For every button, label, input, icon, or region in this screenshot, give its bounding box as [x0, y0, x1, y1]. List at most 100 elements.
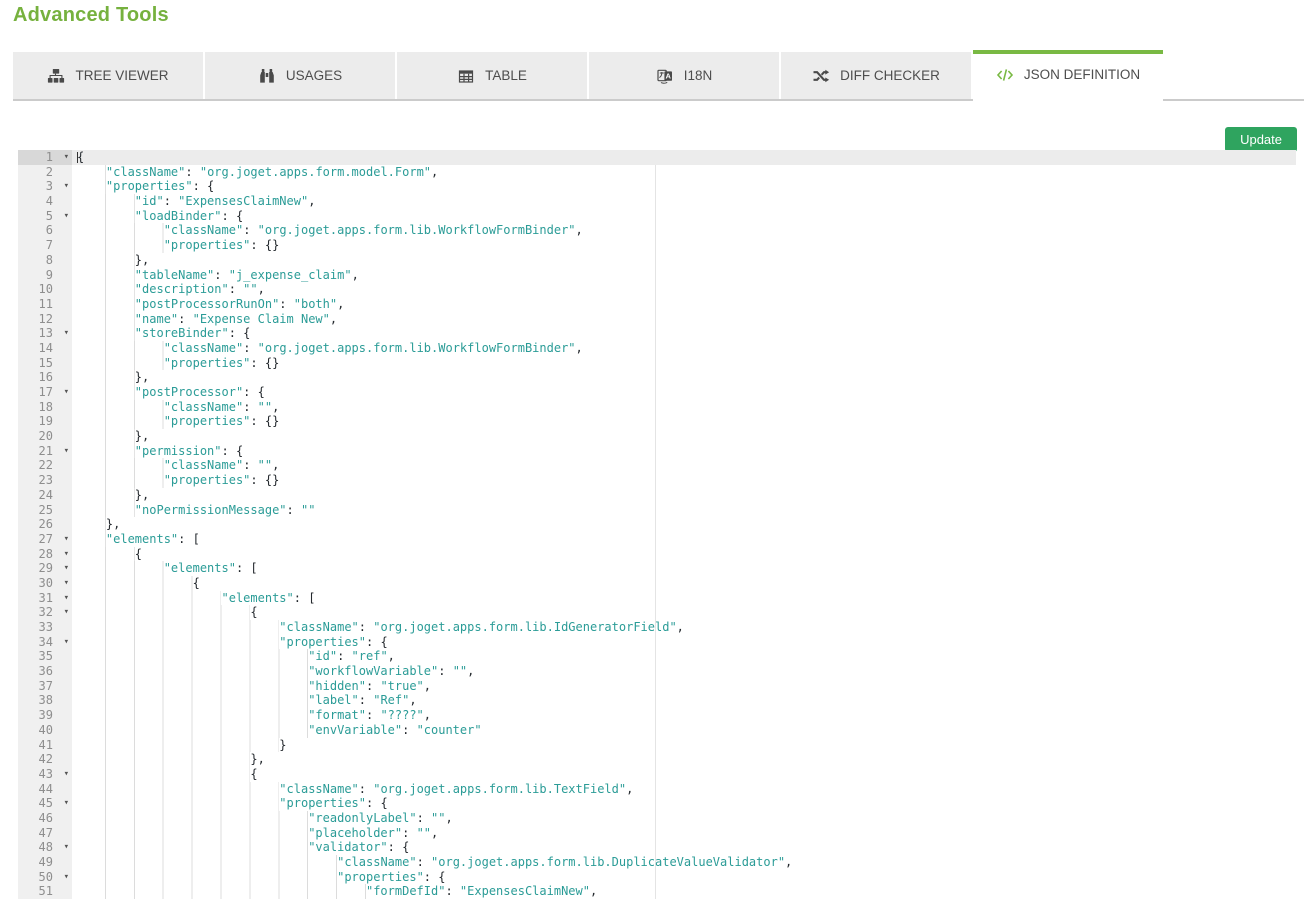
gutter-line-27: 27▾ [18, 532, 72, 547]
code-line-48: "validator": { [72, 840, 1296, 855]
code-line-43: { [72, 767, 1296, 782]
gutter-line-37: 37 [18, 679, 72, 694]
sitemap-icon [47, 68, 65, 84]
fold-arrow-icon[interactable]: ▾ [64, 532, 69, 547]
fold-arrow-icon[interactable]: ▾ [64, 767, 69, 782]
code-line-14: "className": "org.joget.apps.form.lib.Wo… [72, 341, 1296, 356]
fold-arrow-icon[interactable]: ▾ [64, 179, 69, 194]
code-line-31: "elements": [ [72, 591, 1296, 606]
code-line-17: "postProcessor": { [72, 385, 1296, 400]
gutter-line-13: 13▾ [18, 326, 72, 341]
gutter-line-15: 15 [18, 356, 72, 371]
line-number: 12 [18, 312, 72, 327]
language-icon: A [656, 68, 674, 84]
code-line-13: "storeBinder": { [72, 326, 1296, 341]
line-number: 42 [18, 752, 72, 767]
code-line-44: "className": "org.joget.apps.form.lib.Te… [72, 782, 1296, 797]
gutter-line-39: 39 [18, 708, 72, 723]
tab-tree-viewer[interactable]: TREE VIEWER [13, 52, 203, 99]
line-number: 47 [18, 826, 72, 841]
fold-arrow-icon[interactable]: ▾ [64, 796, 69, 811]
tab-label: TREE VIEWER [75, 68, 168, 83]
code-line-50: "properties": { [72, 870, 1296, 885]
line-number: 24 [18, 488, 72, 503]
line-number: 2 [18, 165, 72, 180]
tab-diff-checker[interactable]: DIFF CHECKER [781, 52, 971, 99]
code-line-11: "postProcessorRunOn": "both", [72, 297, 1296, 312]
code-line-23: "properties": {} [72, 473, 1296, 488]
gutter-line-5: 5▾ [18, 209, 72, 224]
code-line-30: { [72, 576, 1296, 591]
fold-arrow-icon[interactable]: ▾ [64, 576, 69, 591]
code-line-3: "properties": { [72, 179, 1296, 194]
gutter-line-19: 19 [18, 414, 72, 429]
code-line-25: "noPermissionMessage": "" [72, 503, 1296, 518]
code-line-5: "loadBinder": { [72, 209, 1296, 224]
tab-label: I18N [684, 68, 713, 83]
code-line-7: "properties": {} [72, 238, 1296, 253]
fold-arrow-icon[interactable]: ▾ [64, 444, 69, 459]
gutter-line-3: 3▾ [18, 179, 72, 194]
line-number: 39 [18, 708, 72, 723]
gutter-line-46: 46 [18, 811, 72, 826]
tab-bar: TREE VIEWERUSAGESTABLEAI18NDIFF CHECKERJ… [13, 52, 1163, 99]
line-number: 15 [18, 356, 72, 371]
fold-arrow-icon[interactable]: ▾ [64, 635, 69, 650]
line-number: 9 [18, 268, 72, 283]
tab-json-definition[interactable]: JSON DEFINITION [973, 50, 1163, 109]
code-line-29: "elements": [ [72, 561, 1296, 576]
line-number: 37 [18, 679, 72, 694]
tab-table[interactable]: TABLE [397, 52, 587, 99]
fold-arrow-icon[interactable]: ▾ [64, 591, 69, 606]
gutter-line-25: 25 [18, 503, 72, 518]
fold-arrow-icon[interactable]: ▾ [64, 209, 69, 224]
line-number: 22 [18, 458, 72, 473]
line-number: 35 [18, 649, 72, 664]
line-number: 26 [18, 517, 72, 532]
fold-arrow-icon[interactable]: ▾ [64, 870, 69, 885]
code-line-10: "description": "", [72, 282, 1296, 297]
gutter-line-8: 8 [18, 253, 72, 268]
fold-arrow-icon[interactable]: ▾ [64, 605, 69, 620]
code-line-42: }, [72, 752, 1296, 767]
gutter-line-44: 44 [18, 782, 72, 797]
editor-code-area[interactable]: { "className": "org.joget.apps.form.mode… [72, 150, 1296, 899]
code-line-16: }, [72, 370, 1296, 385]
code-line-41: } [72, 738, 1296, 753]
json-editor[interactable]: 1▾23▾45▾678910111213▾14151617▾18192021▾2… [18, 150, 1296, 899]
fold-arrow-icon[interactable]: ▾ [64, 547, 69, 562]
code-line-18: "className": "", [72, 400, 1296, 415]
table-icon [457, 68, 475, 84]
svg-text:A: A [665, 71, 671, 80]
update-button[interactable]: Update [1225, 127, 1297, 152]
code-line-33: "className": "org.joget.apps.form.lib.Id… [72, 620, 1296, 635]
code-line-49: "className": "org.joget.apps.form.lib.Du… [72, 855, 1296, 870]
gutter-line-12: 12 [18, 312, 72, 327]
line-number: 23 [18, 473, 72, 488]
tab-i18n[interactable]: A I18N [589, 52, 779, 99]
line-number: 14 [18, 341, 72, 356]
fold-arrow-icon[interactable]: ▾ [64, 385, 69, 400]
gutter-line-48: 48▾ [18, 840, 72, 855]
fold-arrow-icon[interactable]: ▾ [64, 150, 69, 165]
code-line-46: "readonlyLabel": "", [72, 811, 1296, 826]
line-number: 33 [18, 620, 72, 635]
gutter-line-9: 9 [18, 268, 72, 283]
code-line-24: }, [72, 488, 1296, 503]
line-number: 10 [18, 282, 72, 297]
line-number: 51 [18, 884, 72, 899]
fold-arrow-icon[interactable]: ▾ [64, 840, 69, 855]
gutter-line-6: 6 [18, 223, 72, 238]
line-number: 7 [18, 238, 72, 253]
code-line-39: "format": "????", [72, 708, 1296, 723]
tab-usages[interactable]: USAGES [205, 52, 395, 99]
fold-arrow-icon[interactable]: ▾ [64, 561, 69, 576]
tab-label: TABLE [485, 68, 527, 83]
gutter-line-35: 35 [18, 649, 72, 664]
gutter-line-43: 43▾ [18, 767, 72, 782]
fold-arrow-icon[interactable]: ▾ [64, 326, 69, 341]
gutter-line-2: 2 [18, 165, 72, 180]
code-line-22: "className": "", [72, 458, 1296, 473]
code-line-6: "className": "org.joget.apps.form.lib.Wo… [72, 223, 1296, 238]
editor-gutter: 1▾23▾45▾678910111213▾14151617▾18192021▾2… [18, 150, 72, 899]
